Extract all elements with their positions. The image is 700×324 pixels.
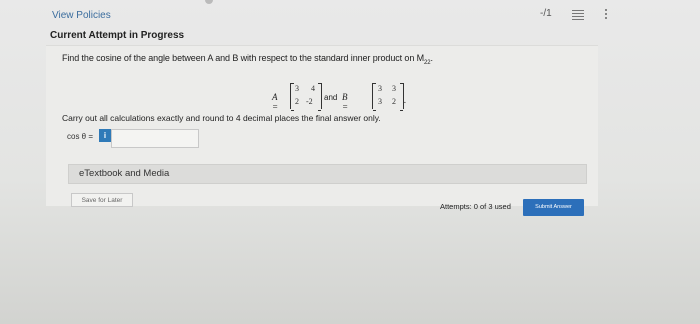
attempt-title: Current Attempt in Progress bbox=[50, 30, 185, 41]
matrix-period: . bbox=[404, 95, 407, 105]
instructions: Carry out all calculations exactly and r… bbox=[62, 113, 381, 123]
matrix-a-cell: 4 bbox=[311, 84, 315, 93]
matrix-b-label: B = bbox=[342, 92, 349, 112]
attempts-text: Attempts: 0 of 3 used bbox=[440, 202, 511, 211]
matrix-a: 3 4 2 -2 bbox=[290, 83, 322, 111]
answer-input[interactable] bbox=[111, 129, 199, 148]
top-dot bbox=[205, 0, 213, 4]
kebab-menu-icon[interactable] bbox=[604, 8, 608, 21]
question-prompt: Find the cosine of the angle between A a… bbox=[62, 53, 433, 66]
matrix-b-cell: 3 bbox=[378, 97, 382, 106]
matrix-b-cell: 2 bbox=[392, 97, 396, 106]
info-icon[interactable]: i bbox=[99, 129, 111, 142]
matrix-b-cell: 3 bbox=[392, 84, 396, 93]
top-bar: View Policies -/1 bbox=[0, 0, 700, 30]
question-text: Find the cosine of the angle between A a… bbox=[62, 53, 425, 63]
list-icon[interactable] bbox=[572, 9, 584, 20]
view-policies-link[interactable]: View Policies bbox=[52, 10, 111, 21]
score-indicator: -/1 bbox=[540, 8, 552, 19]
matrix-a-cell: -2 bbox=[306, 97, 313, 106]
matrix-b: 3 3 3 2 bbox=[372, 83, 404, 111]
save-for-later-button[interactable]: Save for Later bbox=[71, 193, 133, 207]
submit-answer-button[interactable]: Submit Answer bbox=[523, 199, 584, 216]
etextbook-media-section[interactable]: eTextbook and Media bbox=[68, 164, 587, 184]
matrix-a-cell: 3 bbox=[295, 84, 299, 93]
question-period: . bbox=[430, 53, 434, 63]
matrix-a-label: A = bbox=[272, 92, 279, 112]
matrix-b-cell: 3 bbox=[378, 84, 382, 93]
and-text: and bbox=[324, 93, 338, 102]
matrix-a-cell: 2 bbox=[295, 97, 299, 106]
cos-theta-label: cos θ = bbox=[67, 132, 94, 141]
